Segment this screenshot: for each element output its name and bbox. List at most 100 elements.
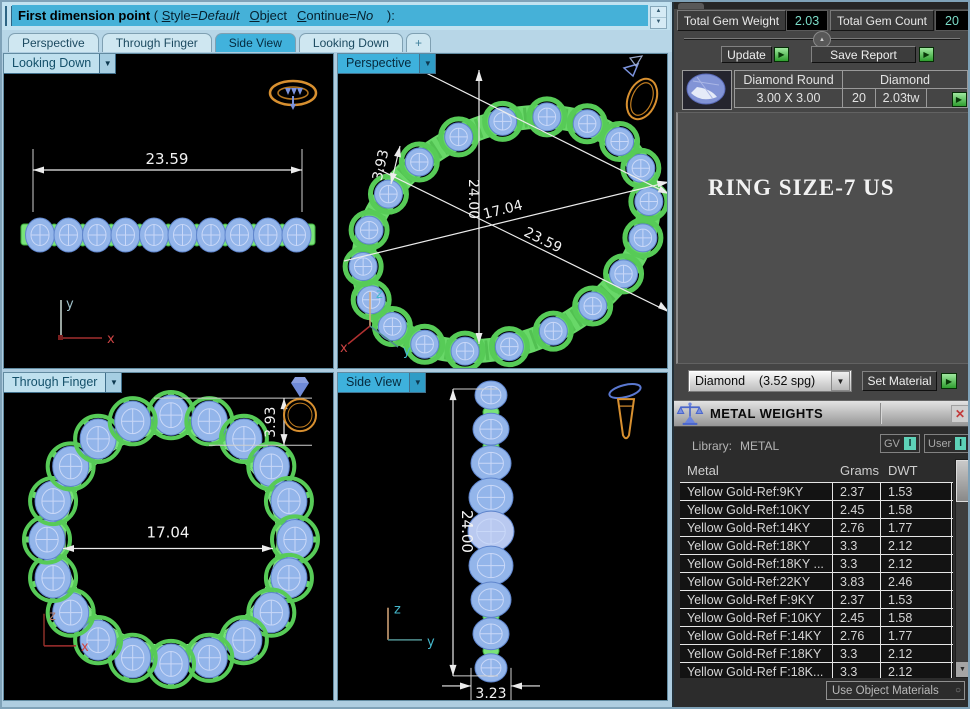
tab-perspective[interactable]: Perspective — [8, 33, 99, 52]
viewport-grid: 23.59 y x Looking Down ▼ 3.93 24.00 17.0… — [2, 52, 672, 707]
gv-toggle[interactable]: GV I — [880, 434, 920, 453]
library-label-row: Library: METAL — [692, 439, 780, 453]
dropdown-arrow-icon[interactable]: ▼ — [831, 371, 850, 391]
table-row[interactable]: Yellow Gold-Ref F:9KY 2.37 1.53 — [680, 591, 953, 609]
table-row[interactable]: Yellow Gold-Ref:22KY 3.83 2.46 — [680, 573, 953, 591]
viewport-canvas-perspective[interactable]: 3.93 24.00 17.04 23.59 z x y — [338, 54, 667, 368]
update-button[interactable]: Update — [721, 46, 772, 63]
add-tab-button[interactable]: + — [405, 33, 431, 52]
total-gem-weight-label: Total Gem Weight — [677, 10, 786, 31]
tab-side-view[interactable]: Side View — [214, 33, 296, 52]
spinner-up-icon[interactable]: ▲ — [651, 7, 666, 18]
command-bar: First dimension point ( Style=Default Obj… — [2, 2, 670, 30]
update-go-button[interactable]: ▶ — [774, 47, 789, 62]
table-row[interactable]: Yellow Gold-Ref:18KY 3.3 2.12 — [680, 537, 953, 555]
metal-weights-panel: METAL WEIGHTS ✕ Library: METAL GV I User … — [674, 400, 968, 707]
command-prompt[interactable]: First dimension point ( Style=Default Obj… — [12, 5, 648, 26]
scale-icon — [676, 402, 704, 425]
save-report-button[interactable]: Save Report — [811, 46, 916, 63]
svg-text:x: x — [107, 332, 115, 347]
gem-thumbnail[interactable] — [682, 70, 732, 110]
table-row[interactable]: Yellow Gold-Ref F:18KY 3.3 2.12 — [680, 645, 953, 663]
jewelry-cad-window: First dimension point ( Style=Default Obj… — [0, 0, 970, 709]
command-option-object[interactable]: Object — [249, 8, 287, 23]
viewport-canvas-side-view[interactable]: 24.00 3.23 z y — [338, 373, 667, 700]
svg-text:x: x — [81, 640, 89, 655]
viewport-looking-down[interactable]: 23.59 y x Looking Down ▼ — [3, 53, 334, 369]
gem-go-cell: ▶ — [927, 89, 967, 107]
tab-looking-down[interactable]: Looking Down — [298, 33, 403, 52]
viewport-label-perspective[interactable]: Perspective ▼ — [338, 54, 437, 74]
ring-gems — [20, 217, 316, 253]
viewport-label-through-finger[interactable]: Through Finger ▼ — [4, 373, 123, 393]
use-object-materials-toggle[interactable]: Use Object Materials ○ — [826, 681, 965, 700]
svg-text:23.59: 23.59 — [521, 224, 564, 256]
command-option-continue[interactable]: Continue=No — [297, 8, 373, 23]
gem-material-cell: Diamond — [879, 72, 931, 87]
spinner-down-icon[interactable]: ▼ — [651, 18, 666, 28]
svg-text:z: z — [49, 609, 56, 624]
gem-weight-cell: 2.03tw — [876, 89, 927, 107]
svg-text:z: z — [376, 287, 383, 302]
report-preview: RING SIZE-7 US — [676, 112, 968, 364]
gem-name-cell: Diamond Round — [735, 71, 843, 88]
table-row[interactable]: Yellow Gold-Ref F:10KY 2.45 1.58 — [680, 609, 953, 627]
close-icon[interactable]: ✕ — [951, 405, 968, 423]
ring-orientation-icon — [268, 79, 318, 110]
up-arrow-icon: ▲ — [819, 36, 825, 43]
command-history-spinner[interactable]: ▲ ▼ — [650, 6, 667, 29]
go-arrow-icon: ▶ — [945, 376, 953, 386]
tab-through-finger[interactable]: Through Finger — [101, 33, 212, 52]
table-body: Yellow Gold-Ref:9KY 2.37 1.53 Yellow Gold-… — [680, 483, 953, 678]
table-row[interactable]: Yellow Gold-Ref F:14KY 2.76 1.77 — [680, 627, 953, 645]
paren-close: ): — [383, 8, 395, 23]
table-scrollbar[interactable]: ▼ — [955, 459, 968, 678]
viewport-label-side-view[interactable]: Side View ▼ — [338, 373, 427, 393]
set-material-button[interactable]: Set Material — [862, 371, 937, 391]
metal-weights-header[interactable]: METAL WEIGHTS ✕ — [674, 401, 968, 427]
command-option-style[interactable]: Style=Default — [162, 8, 240, 23]
dimension-17-04: 17.04 — [63, 523, 273, 553]
save-report-go-button[interactable]: ▶ — [919, 47, 934, 62]
viewport-perspective[interactable]: 3.93 24.00 17.04 23.59 z x y Perspective… — [337, 53, 668, 369]
set-material-go-button[interactable]: ▶ — [941, 373, 957, 389]
scrollbar-thumb[interactable] — [956, 460, 968, 502]
go-arrow-icon: ▶ — [923, 50, 930, 59]
header-divider — [880, 403, 882, 424]
user-toggle[interactable]: User I — [924, 434, 968, 453]
total-gem-weight-value: 2.03 — [786, 10, 828, 31]
axis-indicator: z y — [387, 603, 435, 650]
svg-text:24.00: 24.00 — [465, 179, 481, 219]
viewport-through-finger[interactable]: 17.04 3.93 z x Through Finger ▼ — [3, 372, 334, 701]
paren-open: ( — [150, 8, 162, 23]
scrollbar-down-icon[interactable]: ▼ — [956, 662, 968, 677]
total-gem-count-value: 20 — [935, 10, 968, 31]
table-row[interactable]: Yellow Gold-Ref:10KY 2.45 1.58 — [680, 501, 953, 519]
col-header-metal: Metal — [687, 463, 719, 478]
svg-text:y: y — [403, 344, 411, 359]
material-select-value: Diamond (3.52 spg) — [695, 374, 816, 388]
chevron-down-icon[interactable]: ▼ — [419, 54, 436, 73]
svg-text:23.59: 23.59 — [146, 150, 189, 168]
ring-orientation-icon — [622, 55, 659, 121]
svg-text:y: y — [427, 635, 435, 650]
viewport-canvas-looking-down[interactable]: 23.59 y x — [4, 54, 333, 368]
dimension-23-59: 23.59 — [32, 149, 303, 212]
viewport-side-view[interactable]: 24.00 3.23 z y Side View ▼ — [337, 372, 668, 701]
viewport-tab-bar: Perspective Through Finger Side View Loo… — [2, 31, 676, 52]
table-row[interactable]: Yellow Gold-Ref F:18K... 3.3 2.12 — [680, 663, 953, 678]
svg-text:y: y — [66, 297, 74, 312]
gem-summary-table[interactable]: Diamond Round Diamond 3.00 X 3.00 20 2.0… — [734, 70, 968, 108]
table-row[interactable]: Yellow Gold-Ref:14KY 2.76 1.77 — [680, 519, 953, 537]
material-select[interactable]: Diamond (3.52 spg) ▼ — [688, 370, 852, 392]
table-row[interactable]: Yellow Gold-Ref:18KY ... 3.3 2.12 — [680, 555, 953, 573]
chevron-down-icon[interactable]: ▼ — [409, 373, 426, 392]
chevron-down-icon[interactable]: ▼ — [105, 373, 122, 392]
viewport-canvas-through-finger[interactable]: 17.04 3.93 z x — [4, 373, 333, 700]
gem-row-go-button[interactable]: ▶ — [951, 91, 967, 107]
table-row[interactable]: Yellow Gold-Ref:9KY 2.37 1.53 — [680, 483, 953, 501]
axis-indicator: y x — [58, 297, 115, 347]
chevron-down-icon[interactable]: ▼ — [99, 54, 116, 73]
viewport-label-looking-down[interactable]: Looking Down ▼ — [4, 54, 117, 74]
ring-orientation-icon — [283, 377, 317, 433]
